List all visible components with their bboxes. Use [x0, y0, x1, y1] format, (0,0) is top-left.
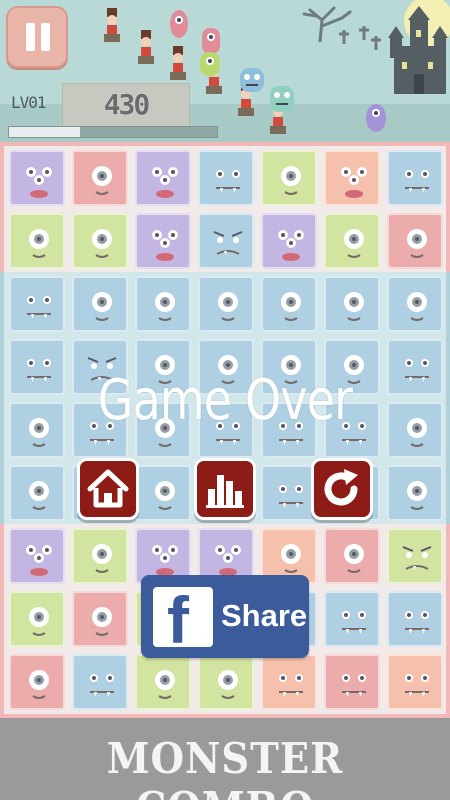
score-value: 430	[103, 88, 151, 121]
level-progress-bar	[8, 126, 218, 138]
pause-button[interactable]	[6, 6, 68, 68]
restart-icon	[324, 469, 358, 506]
facebook-logo-letter: f	[167, 583, 189, 657]
leaderboard-button[interactable]	[194, 458, 256, 520]
soldier-sprite	[104, 8, 120, 42]
gravestone-cross	[339, 30, 349, 44]
haunted-castle	[388, 6, 448, 94]
bar-chart-icon	[206, 475, 244, 508]
facebook-share-button[interactable]: f Share	[141, 575, 309, 658]
gravestone-cross	[371, 36, 381, 50]
home-icon	[87, 469, 129, 508]
battle-scene: LV01 430	[0, 0, 450, 142]
monster-sprite	[170, 10, 188, 38]
soldier-sprite	[170, 46, 186, 80]
monster-sprite	[366, 104, 386, 132]
monster-sprite	[270, 86, 294, 112]
score-panel: 430	[62, 83, 190, 127]
game-logo-title: MONSTER COMBO	[106, 734, 344, 800]
monster-sprite	[200, 52, 220, 76]
restart-button[interactable]	[311, 458, 373, 520]
monster-sprite	[240, 68, 264, 92]
level-progress-fill	[9, 127, 80, 137]
home-button[interactable]	[77, 458, 139, 520]
share-label: Share	[221, 598, 308, 633]
pause-icon	[26, 23, 35, 51]
game-over-title: Game Over	[97, 368, 353, 433]
facebook-icon: f	[153, 585, 213, 655]
brand-footer: MONSTER COMBO	[0, 718, 450, 800]
game-screen: LV01 430 Game Over f Share MONSTER	[0, 0, 450, 800]
soldier-sprite	[138, 30, 154, 64]
level-label: LV01	[11, 93, 47, 112]
gravestone-cross	[359, 26, 369, 40]
pause-icon	[41, 23, 50, 51]
